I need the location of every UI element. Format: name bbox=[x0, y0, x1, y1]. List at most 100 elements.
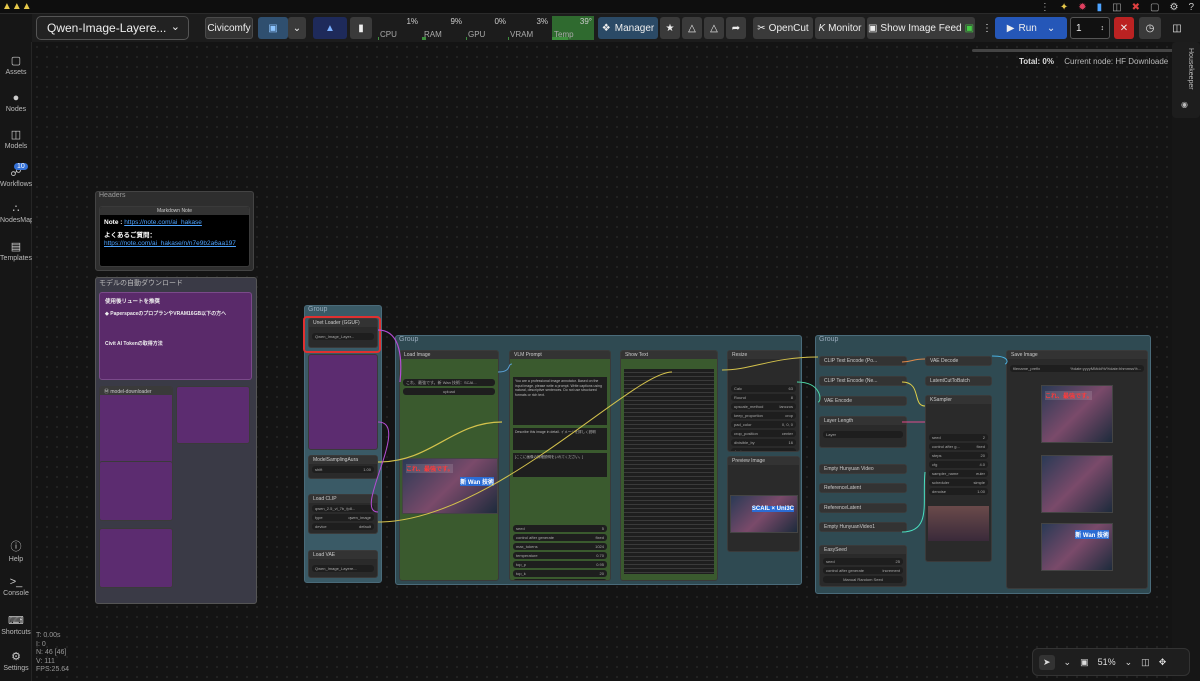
reference-latent-node[interactable]: ReferenceLatent bbox=[819, 483, 907, 493]
download-note-node[interactable]: 使用後リュートを推奨 ◆ PaperspaceのプロプランやVRAM16GB以下… bbox=[99, 292, 252, 380]
manual-seed-button[interactable]: Manual Random Seed bbox=[823, 576, 903, 583]
resize-param-row[interactable]: Round 8 bbox=[731, 394, 796, 401]
tool-a-button[interactable]: △ bbox=[682, 17, 702, 39]
run-count-input[interactable]: 1 ↕ bbox=[1070, 17, 1110, 39]
clip-type-field[interactable]: type qwen_image bbox=[312, 514, 374, 521]
monitor-icon[interactable]: ▢ bbox=[1150, 2, 1159, 13]
drag-handle-icon[interactable]: ⋮ bbox=[982, 17, 992, 39]
easy-seed-node[interactable]: EasySeed seed 25 control after generate in… bbox=[819, 545, 907, 587]
sidebar-item-shortcuts[interactable]: ⌨ Shortcuts bbox=[0, 614, 32, 636]
ksampler-param-row[interactable]: steps 20 bbox=[929, 452, 988, 459]
clip-name-field[interactable]: qwen_2.5_vl_7b_fp8... bbox=[312, 505, 374, 512]
nvidia-logo-button[interactable]: ▲ bbox=[313, 17, 347, 39]
resize-param-row[interactable]: crop_position center bbox=[731, 430, 796, 437]
empty-hunyuan-node-2[interactable]: Empty HunyuanVideo1 bbox=[819, 522, 907, 532]
run-button[interactable]: ▶ Run ⌄ bbox=[995, 17, 1067, 39]
bookmark-button[interactable]: ▮ bbox=[350, 17, 372, 39]
vae-name-field[interactable]: Qwen_Image_Layere... bbox=[312, 565, 374, 572]
vlm-param-row[interactable]: control after generate fixed bbox=[513, 534, 607, 541]
sampling-group[interactable]: Group CLIP Text Encode (Po... CLIP Text … bbox=[815, 335, 1151, 594]
housekeeper-panel-tab[interactable]: Housekeeper ◉ bbox=[1172, 42, 1200, 118]
resize-param-row[interactable]: divisible_by 16 bbox=[731, 439, 796, 446]
markdown-note-node[interactable]: Markdown Note Note : https://note.com/ai… bbox=[99, 206, 250, 267]
sidebar-item-assets[interactable]: ▢ Assets bbox=[0, 54, 32, 76]
burst-icon[interactable]: ✹ bbox=[1078, 2, 1086, 13]
reference-latent-node-2[interactable]: ReferenceLatent bbox=[819, 503, 907, 513]
sidebar-item-console[interactable]: >_ Console bbox=[0, 576, 32, 597]
lora-stack-node[interactable] bbox=[308, 354, 378, 450]
manager-button[interactable]: ❖ Manager bbox=[598, 17, 658, 39]
load-clip-node[interactable]: Load CLIP qwen_2.5_vl_7b_fp8... type qwen… bbox=[308, 494, 378, 534]
faq-link[interactable]: https://note.com/ai_hakase/n/n7e9b2a6aa1… bbox=[104, 240, 236, 247]
pointer-tool-icon[interactable]: ➤ bbox=[1039, 654, 1055, 670]
help-question-icon[interactable]: ? bbox=[1188, 2, 1194, 13]
sidebar-item-models[interactable]: ◫ Models bbox=[0, 128, 32, 150]
panel-toggle-button[interactable]: ◫ bbox=[1166, 17, 1188, 39]
downloader-node-3[interactable] bbox=[99, 461, 173, 521]
easy-seed-control[interactable]: control after generate increment bbox=[823, 567, 903, 574]
model-download-group[interactable]: モデルの自動ダウンロード 使用後リュートを推奨 ◆ Paperspaceのプロプ… bbox=[95, 277, 257, 604]
ksampler-node[interactable]: KSampler seed 2 control after g... fixed ste… bbox=[925, 395, 992, 562]
close-x-icon[interactable]: ✖ bbox=[1132, 2, 1140, 13]
monitor-button[interactable]: K Monitor bbox=[815, 17, 865, 39]
shift-field[interactable]: shift 1.00 bbox=[312, 466, 374, 473]
sparkle-icon[interactable]: ✦ bbox=[1060, 2, 1068, 13]
system-prompt-textarea[interactable]: You are a professional image annotator. … bbox=[513, 377, 607, 425]
clip-device-field[interactable]: device default bbox=[312, 523, 374, 530]
model-sampling-node[interactable]: ModelSamplingAura shift 1.00 bbox=[308, 455, 378, 479]
mirror-icon[interactable]: ◫ bbox=[1112, 2, 1121, 13]
chevron-down-icon[interactable]: ⌄ bbox=[1125, 657, 1133, 668]
queue-mode-dropdown[interactable]: ⌄ bbox=[288, 17, 306, 39]
civicomfy-button[interactable]: Civicomfy bbox=[205, 17, 253, 39]
minimap-icon[interactable]: ◫ bbox=[1141, 657, 1150, 668]
vlm-param-row[interactable]: max_tokens 1024 bbox=[513, 543, 607, 550]
load-image-node[interactable]: Load Image これ、最強です。新 Wan 技術：SCAI... uplo… bbox=[399, 350, 499, 581]
save-image-node[interactable]: Save Image filename_prefix %date:yyyyMMdd… bbox=[1006, 350, 1148, 589]
opencut-button[interactable]: ✂ OpenCut bbox=[753, 17, 813, 39]
sidebar-item-nodesmap[interactable]: ∴ NodesMap bbox=[0, 202, 34, 224]
clip-encode-neg-node[interactable]: CLIP Text Encode (Ne... bbox=[819, 376, 907, 386]
resize-param-row[interactable]: device cpu bbox=[731, 448, 796, 451]
user-prompt-textarea[interactable]: Describe this image in detail. イメージを詳しく説… bbox=[513, 428, 607, 450]
resize-param-row[interactable]: upscale_method lanczos bbox=[731, 403, 796, 410]
ksampler-param-row[interactable]: sampler_name euler bbox=[929, 470, 988, 477]
cancel-button[interactable]: ✕ bbox=[1114, 17, 1134, 39]
vlm-group[interactable]: Group Load Image これ、最強です。新 Wan 技術：SCAI..… bbox=[395, 335, 802, 585]
latent-cut-node[interactable]: LatentCutToBatch bbox=[925, 376, 992, 386]
vlm-param-row[interactable]: repetition_penalty1.05 bbox=[513, 579, 607, 580]
link-visibility-icon[interactable]: ✥ bbox=[1159, 657, 1167, 668]
zoom-level[interactable]: 51% bbox=[1098, 657, 1116, 667]
headers-group[interactable]: Headers Markdown Note Note : https://not… bbox=[95, 191, 254, 271]
downloader-node-4[interactable] bbox=[99, 528, 173, 588]
ksampler-param-row[interactable]: denoise 1.00 bbox=[929, 488, 988, 495]
resize-param-row[interactable]: pad_color 0, 0, 0 bbox=[731, 421, 796, 428]
gear-icon[interactable]: ⚙ bbox=[1169, 2, 1178, 13]
share-button[interactable]: ➦ bbox=[726, 17, 746, 39]
show-text-node[interactable]: Show Text bbox=[620, 350, 718, 581]
sidebar-item-settings[interactable]: ⚙ Settings bbox=[0, 650, 32, 672]
tool-b-button[interactable]: △ bbox=[704, 17, 724, 39]
ksampler-param-row[interactable]: scheduler simple bbox=[929, 479, 988, 486]
resize-param-row[interactable]: Calc 63 bbox=[731, 385, 796, 392]
easy-seed-field[interactable]: seed 25 bbox=[823, 558, 903, 565]
vae-decode-node[interactable]: VAE Decode bbox=[925, 356, 992, 366]
show-image-feed-button[interactable]: ▣ Show Image Feed ▣ bbox=[867, 17, 975, 39]
resize-param-row[interactable]: keep_proportion crop bbox=[731, 412, 796, 419]
ksampler-param-row[interactable]: cfg 4.0 bbox=[929, 461, 988, 468]
pill-icon[interactable]: ▮ bbox=[1097, 2, 1103, 13]
empty-hunyuan-node[interactable]: Empty Hunyuan Video bbox=[819, 464, 907, 474]
sidebar-item-templates[interactable]: ▤ Templates bbox=[0, 240, 32, 262]
workflow-selector[interactable]: Qwen-Image-Layere... ⌄ bbox=[36, 16, 189, 40]
vlm-param-row[interactable]: top_p 0.95 bbox=[513, 561, 607, 568]
load-vae-node[interactable]: Load VAE Qwen_Image_Layere... bbox=[308, 550, 378, 578]
sidebar-item-workflows[interactable]: 10 ☍ Workflows bbox=[0, 163, 32, 188]
ksampler-param-row[interactable]: control after g... fixed bbox=[929, 443, 988, 450]
image-file-field[interactable]: これ、最強です。新 Wan 技術：SCAI... bbox=[403, 379, 495, 386]
chevron-down-icon[interactable]: ⌄ bbox=[1064, 657, 1072, 668]
detail-textarea[interactable]: [ここに画像の詳細説明をいれてください。] bbox=[513, 453, 607, 477]
sidebar-item-help[interactable]: ⓘ Help bbox=[0, 538, 32, 563]
vlm-param-row[interactable]: temperature 0.70 bbox=[513, 552, 607, 559]
preview-image-node[interactable]: Preview Image SCAIL × Uni3C bbox=[727, 456, 800, 552]
vae-encode-node[interactable]: VAE Encode bbox=[819, 396, 907, 406]
layer-length-node[interactable]: Layer Length Layer bbox=[819, 416, 907, 448]
